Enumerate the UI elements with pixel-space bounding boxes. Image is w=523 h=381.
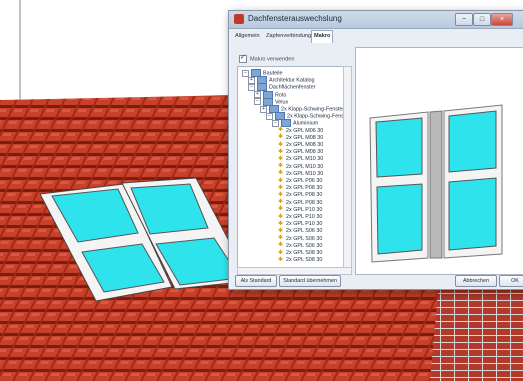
component-icon: ✱	[278, 227, 284, 234]
tab-allgemein[interactable]: Allgemein	[233, 31, 262, 42]
preview-mullion	[429, 110, 443, 259]
app-icon	[234, 14, 244, 24]
use-macro-checkbox[interactable]: Makro verwenden	[239, 53, 295, 63]
tree-item[interactable]: ✱ 2x GPL S08 30	[278, 256, 322, 265]
preview-pane	[355, 47, 523, 275]
tree-vertical-scrollbar[interactable]	[343, 66, 352, 268]
tree-item-label: 2x GPL P08 30	[286, 192, 323, 199]
close-button[interactable]: ×	[491, 13, 513, 26]
component-icon: ✱	[278, 163, 284, 170]
component-icon: ✱	[278, 249, 284, 256]
component-tree[interactable]: − Bauteile + Architektur Katalog − Dachfläche…	[237, 66, 349, 268]
tree-horizontal-scrollbar[interactable]	[237, 267, 352, 275]
tree-item-label: 2x GPL M10 30	[286, 156, 324, 163]
component-icon: ✱	[278, 213, 284, 220]
component-icon: ✱	[278, 170, 284, 177]
checkbox-icon[interactable]	[239, 53, 247, 63]
component-icon: ✱	[278, 242, 284, 249]
component-icon: ✱	[278, 155, 284, 162]
tree-item-label: 2x GPL P10 30	[286, 214, 323, 220]
component-icon: ✱	[278, 256, 284, 263]
tab-bar: Allgemein Zapfenverbindung Makro	[233, 30, 523, 43]
preview-glass	[376, 183, 423, 255]
dialog-window: Dachfensterauswechslung − □ × Allgemein …	[228, 10, 523, 290]
use-macro-label: Makro verwenden	[250, 56, 295, 63]
apply-default-button[interactable]: Standard übernehmen	[279, 275, 341, 287]
component-icon: ✱	[278, 148, 284, 155]
tree-item-label: 2x GPL S06 30	[286, 235, 323, 242]
tree-item-label: 2x GPL P10 30	[286, 206, 323, 213]
tree-item-label: 2x GPL S08 30	[286, 250, 323, 256]
cancel-button[interactable]: Abbrechen	[455, 275, 497, 287]
component-icon: ✱	[278, 220, 284, 227]
preview-glass	[375, 117, 423, 178]
component-icon: ✱	[278, 206, 284, 213]
minimize-button[interactable]: −	[455, 13, 473, 26]
tree-item-label: 2x GPL M10 30	[286, 170, 324, 177]
tree-item-label: 2x GPL M08 30	[286, 134, 324, 141]
tree-item-label: 2x GPL M06 30	[286, 127, 324, 134]
component-icon: ✱	[278, 184, 284, 191]
maximize-button[interactable]: □	[473, 13, 491, 26]
dialog-title: Dachfensterauswechslung	[248, 14, 342, 23]
tree-item-label: 2x GPL S06 30	[286, 242, 323, 249]
tree-item-label: 2x GPL P10 30	[286, 221, 323, 228]
title-bar[interactable]: Dachfensterauswechslung − □ ×	[229, 11, 523, 29]
tree-item-label: 2x GPL M08 30	[286, 149, 324, 156]
preview-glass	[448, 110, 497, 173]
tree-item-label: 2x GPL P06 30	[286, 178, 323, 184]
tree-item-label: 2x GPL M08 30	[286, 142, 324, 148]
tree-item-label: 2x GPL S06 30	[286, 228, 323, 235]
ok-button[interactable]: OK	[499, 275, 523, 287]
tab-zapfenverbindung[interactable]: Zapfenverbindung	[264, 31, 313, 42]
component-icon: ✱	[278, 199, 284, 206]
preview-glass	[448, 177, 497, 251]
component-icon: ✱	[278, 191, 284, 198]
component-icon: ✱	[278, 141, 284, 148]
as-default-button[interactable]: Als Standard	[235, 275, 277, 287]
tree-item-label: 2x GPL P08 30	[286, 185, 323, 192]
tab-makro[interactable]: Makro	[311, 30, 334, 43]
component-icon: ✱	[278, 134, 284, 141]
component-icon: ✱	[278, 177, 284, 184]
component-icon: ✱	[278, 127, 284, 134]
window-preview	[369, 104, 503, 263]
tree-item-label: 2x GPL S08 30	[286, 257, 323, 264]
tree-item-label: 2x GPL M10 30	[286, 163, 324, 170]
component-icon: ✱	[278, 235, 284, 242]
tree-item-label: 2x GPL P08 30	[286, 199, 323, 206]
